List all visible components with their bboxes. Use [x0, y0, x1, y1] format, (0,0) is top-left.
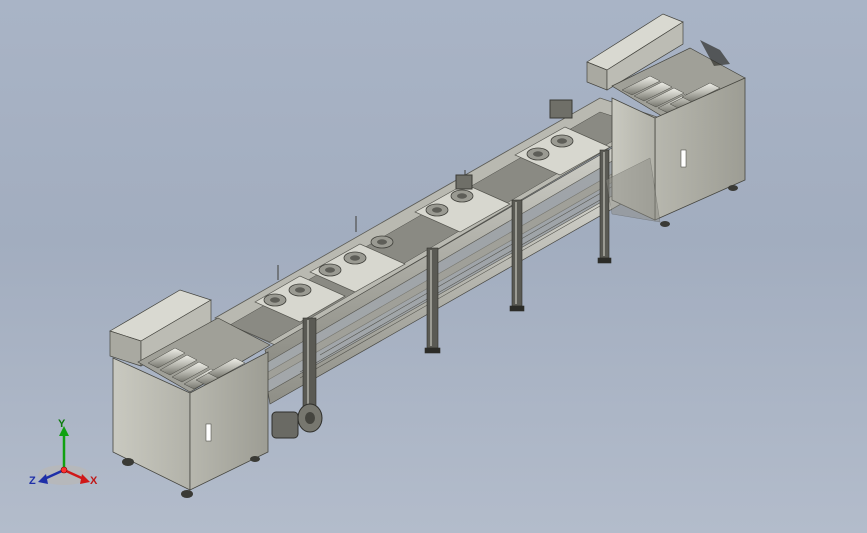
z-axis-label: Z	[29, 475, 36, 487]
drive-motor	[271, 403, 323, 439]
x-axis-label: X	[90, 475, 98, 487]
origin-dot	[60, 466, 68, 474]
graphics-viewport[interactable]: Y X Z	[0, 0, 867, 533]
axis-triad: Y X Z	[20, 418, 110, 498]
y-axis-label: Y	[58, 418, 66, 430]
conveyor-assembly-model[interactable]	[0, 0, 867, 533]
